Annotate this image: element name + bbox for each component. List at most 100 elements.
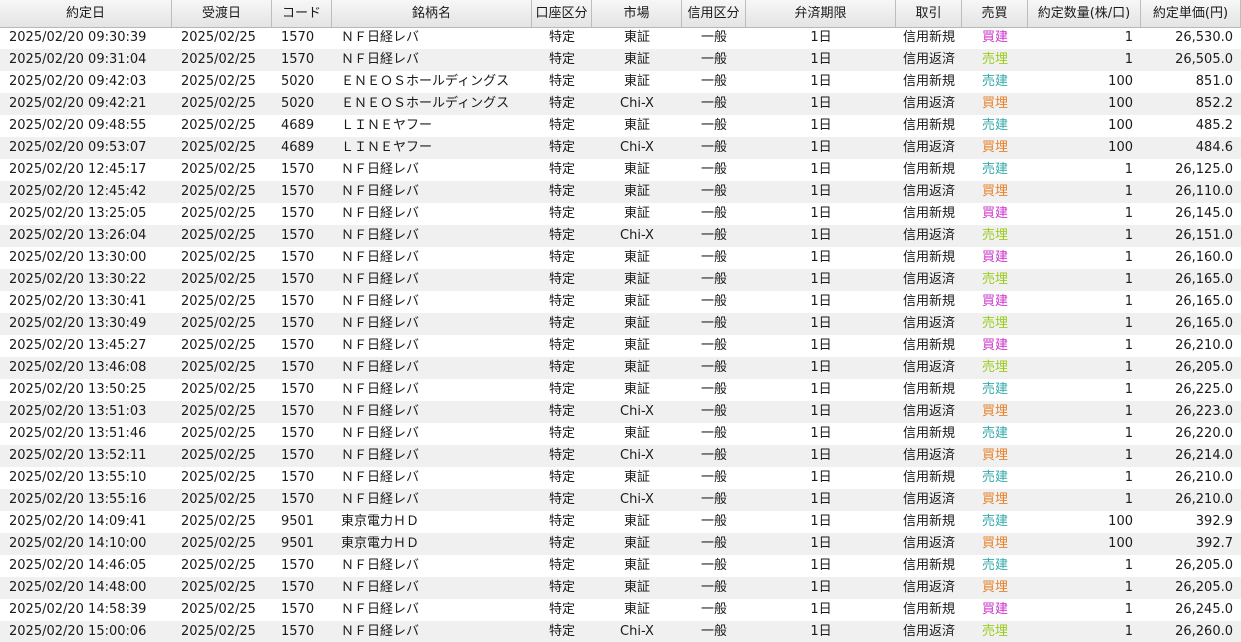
cell-price: 26,530.0 (1175, 30, 1233, 45)
table-row[interactable]: 2025/02/20 13:55:16 2025/02/25 1570 ＮＦ日経レバ 特… (0, 489, 1241, 511)
header-col-side[interactable]: 売買 (962, 0, 1028, 27)
cell-market: Chi-X (620, 404, 654, 419)
table-row[interactable]: 2025/02/20 09:42:21 2025/02/25 5020 ＥＮＥＯＳホー… (0, 93, 1241, 115)
cell-execution-datetime: 2025/02/20 09:30:39 (9, 30, 147, 45)
cell-side: 売埋 (981, 360, 1008, 375)
cell-market: 東証 (623, 536, 650, 551)
cell-settlement-date: 2025/02/25 (181, 316, 256, 331)
cell-settlement-date: 2025/02/25 (181, 272, 256, 287)
cell-side: 買建 (981, 250, 1008, 265)
cell-quantity: 1 (1124, 30, 1133, 45)
header-col-settlement-date[interactable]: 受渡日 (172, 0, 272, 27)
cell-stock-name: ＮＦ日経レバ (341, 624, 420, 639)
cell-account-type: 特定 (548, 338, 575, 353)
cell-margin-type: 一般 (700, 514, 727, 529)
cell-code: 1570 (281, 228, 315, 243)
table-header: 約定日 受渡日 コード 銘柄名 口座区分 市場 信用区分 弁済期限 取引 売買 約定数量(株/口) 約… (0, 0, 1241, 28)
cell-execution-datetime: 2025/02/20 09:48:55 (9, 118, 147, 133)
cell-repayment-term: 1日 (810, 118, 832, 133)
table-row[interactable]: 2025/02/20 13:55:10 2025/02/25 1570 ＮＦ日経レバ 特… (0, 467, 1241, 489)
table-row[interactable]: 2025/02/20 13:30:22 2025/02/25 1570 ＮＦ日経レバ 特… (0, 269, 1241, 291)
cell-margin-type: 一般 (700, 492, 727, 507)
table-row[interactable]: 2025/02/20 13:30:00 2025/02/25 1570 ＮＦ日経レバ 特… (0, 247, 1241, 269)
cell-price: 26,245.0 (1175, 602, 1233, 617)
cell-market: Chi-X (620, 140, 654, 155)
table-row[interactable]: 2025/02/20 09:48:55 2025/02/25 4689 ＬＩＮＥヤフー… (0, 115, 1241, 137)
cell-stock-name: 東京電力ＨＤ (341, 514, 420, 529)
header-col-trade-type[interactable]: 取引 (896, 0, 962, 27)
table-row[interactable]: 2025/02/20 13:51:46 2025/02/25 1570 ＮＦ日経レバ 特… (0, 423, 1241, 445)
cell-execution-datetime: 2025/02/20 14:58:39 (9, 602, 147, 617)
header-col-margin-type[interactable]: 信用区分 (682, 0, 746, 27)
cell-execution-datetime: 2025/02/20 09:31:04 (9, 52, 147, 67)
cell-stock-name: ＮＦ日経レバ (341, 470, 420, 485)
cell-side: 買埋 (981, 536, 1008, 551)
cell-settlement-date: 2025/02/25 (181, 96, 256, 111)
cell-trade-type: 信用返済 (902, 360, 955, 375)
cell-code: 1570 (281, 558, 315, 573)
cell-account-type: 特定 (548, 162, 575, 177)
cell-stock-name: ＮＦ日経レバ (341, 382, 420, 397)
cell-settlement-date: 2025/02/25 (181, 426, 256, 441)
table-row[interactable]: 2025/02/20 13:45:27 2025/02/25 1570 ＮＦ日経レバ 特… (0, 335, 1241, 357)
table-row[interactable]: 2025/02/20 14:48:00 2025/02/25 1570 ＮＦ日経レバ 特… (0, 577, 1241, 599)
table-row[interactable]: 2025/02/20 14:58:39 2025/02/25 1570 ＮＦ日経レバ 特… (0, 599, 1241, 621)
cell-side: 買埋 (981, 580, 1008, 595)
cell-trade-type: 信用新規 (902, 470, 955, 485)
cell-side: 売建 (981, 382, 1008, 397)
table-row[interactable]: 2025/02/20 09:42:03 2025/02/25 5020 ＥＮＥＯＳホー… (0, 71, 1241, 93)
table-row[interactable]: 2025/02/20 12:45:42 2025/02/25 1570 ＮＦ日経レバ 特… (0, 181, 1241, 203)
table-row[interactable]: 2025/02/20 13:52:11 2025/02/25 1570 ＮＦ日経レバ 特… (0, 445, 1241, 467)
header-col-account-type[interactable]: 口座区分 (532, 0, 592, 27)
table-row[interactable]: 2025/02/20 09:31:04 2025/02/25 1570 ＮＦ日経レバ 特… (0, 49, 1241, 71)
cell-account-type: 特定 (548, 514, 575, 529)
cell-quantity: 1 (1124, 294, 1133, 309)
cell-price: 26,225.0 (1175, 382, 1233, 397)
header-col-execution-datetime[interactable]: 約定日 (0, 0, 172, 27)
cell-price: 26,125.0 (1175, 162, 1233, 177)
table-row[interactable]: 2025/02/20 09:53:07 2025/02/25 4689 ＬＩＮＥヤフー… (0, 137, 1241, 159)
cell-settlement-date: 2025/02/25 (181, 624, 256, 639)
table-row[interactable]: 2025/02/20 13:30:49 2025/02/25 1570 ＮＦ日経レバ 特… (0, 313, 1241, 335)
table-row[interactable]: 2025/02/20 13:51:03 2025/02/25 1570 ＮＦ日経レバ 特… (0, 401, 1241, 423)
header-col-price[interactable]: 約定単価(円) (1141, 0, 1241, 27)
cell-side: 買埋 (981, 96, 1008, 111)
cell-code: 1570 (281, 602, 315, 617)
header-col-repayment-term[interactable]: 弁済期限 (746, 0, 896, 27)
cell-trade-type: 信用新規 (902, 294, 955, 309)
table-row[interactable]: 2025/02/20 13:50:25 2025/02/25 1570 ＮＦ日経レバ 特… (0, 379, 1241, 401)
table-row[interactable]: 2025/02/20 15:00:06 2025/02/25 1570 ＮＦ日経レバ 特… (0, 621, 1241, 642)
cell-code: 1570 (281, 30, 315, 45)
table-row[interactable]: 2025/02/20 12:45:17 2025/02/25 1570 ＮＦ日経レバ 特… (0, 159, 1241, 181)
table-row[interactable]: 2025/02/20 09:30:39 2025/02/25 1570 ＮＦ日経レバ 特… (0, 27, 1241, 49)
cell-price: 26,260.0 (1175, 624, 1233, 639)
header-col-market[interactable]: 市場 (592, 0, 682, 27)
cell-margin-type: 一般 (700, 250, 727, 265)
cell-side: 売建 (981, 514, 1008, 529)
cell-trade-type: 信用返済 (902, 580, 955, 595)
cell-market: 東証 (623, 558, 650, 573)
table-row[interactable]: 2025/02/20 13:46:08 2025/02/25 1570 ＮＦ日経レバ 特… (0, 357, 1241, 379)
cell-execution-datetime: 2025/02/20 13:55:10 (9, 470, 147, 485)
cell-market: 東証 (623, 294, 650, 309)
cell-quantity: 1 (1124, 360, 1133, 375)
header-col-stock-name[interactable]: 銘柄名 (332, 0, 532, 27)
table-row[interactable]: 2025/02/20 13:25:05 2025/02/25 1570 ＮＦ日経レバ 特… (0, 203, 1241, 225)
header-col-code[interactable]: コード (272, 0, 332, 27)
cell-quantity: 1 (1124, 272, 1133, 287)
table-row[interactable]: 2025/02/20 14:10:00 2025/02/25 9501 東京電力ＨＤ 特… (0, 533, 1241, 555)
header-col-quantity[interactable]: 約定数量(株/口) (1028, 0, 1141, 27)
cell-price: 26,165.0 (1175, 272, 1233, 287)
table-row[interactable]: 2025/02/20 14:46:05 2025/02/25 1570 ＮＦ日経レバ 特… (0, 555, 1241, 577)
table-row[interactable]: 2025/02/20 14:09:41 2025/02/25 9501 東京電力ＨＤ 特… (0, 511, 1241, 533)
cell-quantity: 1 (1124, 52, 1133, 67)
table-row[interactable]: 2025/02/20 13:30:41 2025/02/25 1570 ＮＦ日経レバ 特… (0, 291, 1241, 313)
table-row[interactable]: 2025/02/20 13:26:04 2025/02/25 1570 ＮＦ日経レバ 特… (0, 225, 1241, 247)
cell-side: 売埋 (981, 316, 1008, 331)
cell-settlement-date: 2025/02/25 (181, 184, 256, 199)
cell-stock-name: ＥＮＥＯＳホールディングス (341, 74, 510, 89)
cell-execution-datetime: 2025/02/20 14:10:00 (9, 536, 147, 551)
cell-account-type: 特定 (548, 74, 575, 89)
cell-quantity: 1 (1124, 338, 1133, 353)
cell-settlement-date: 2025/02/25 (181, 580, 256, 595)
